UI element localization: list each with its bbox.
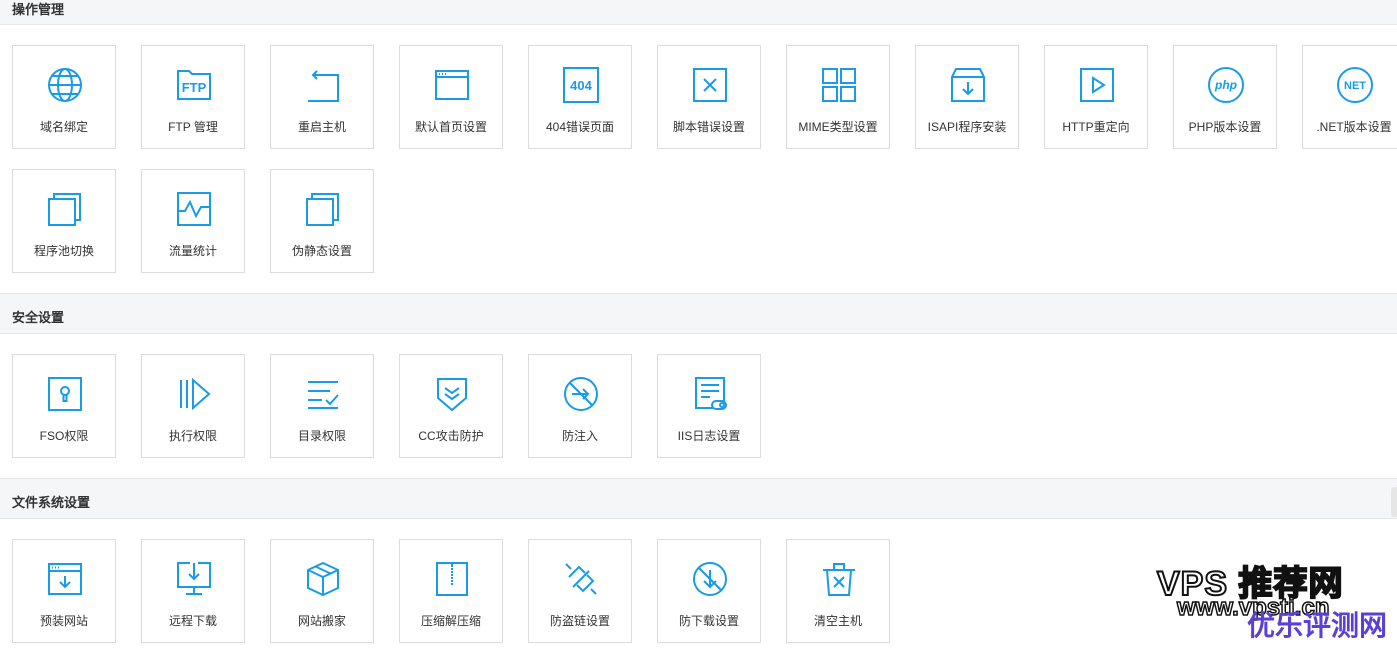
tile-stacked-windows[interactable]: 伪静态设置	[270, 169, 374, 273]
checklist-icon	[303, 374, 343, 414]
tile-label: 执行权限	[168, 429, 217, 443]
php-icon: php	[1206, 65, 1246, 105]
watermark: VPS 推荐网 www.vpsti.cn 优乐评测网	[1156, 556, 1387, 642]
tile-label: 网站搬家	[297, 614, 346, 628]
tile-label: PHP版本设置	[1188, 120, 1262, 134]
trash-icon	[819, 559, 859, 599]
traffic-wave-icon	[174, 189, 214, 229]
tile-checklist[interactable]: 目录权限	[270, 354, 374, 458]
remote-download-icon	[174, 559, 214, 599]
tile-package-box[interactable]: 网站搬家	[270, 539, 374, 643]
tile-shield[interactable]: CC攻击防护	[399, 354, 503, 458]
close-box-icon	[690, 65, 730, 105]
tile-log-document[interactable]: IIS日志设置	[657, 354, 761, 458]
tile-traffic-wave[interactable]: 流量统计	[141, 169, 245, 273]
stacked-windows-icon	[303, 189, 343, 229]
tile-label: 压缩解压缩	[420, 614, 481, 628]
execute-icon	[174, 374, 214, 414]
svg-text:NET: NET	[1344, 80, 1366, 92]
tile-label: 脚本错误设置	[672, 120, 745, 134]
zip-file-icon	[432, 559, 472, 599]
section-header-filesystem: 文件系统设置	[0, 478, 1397, 519]
site-download-icon	[45, 559, 85, 599]
tile-label: 伪静态设置	[291, 244, 352, 258]
tile-label: 404错误页面	[545, 120, 615, 134]
watermark-subtitle: 优乐评测网	[1246, 610, 1387, 641]
tile-php[interactable]: php PHP版本设置	[1173, 45, 1277, 149]
tile-site-download[interactable]: 预装网站	[12, 539, 116, 643]
no-injection-icon	[561, 374, 601, 414]
tile-label: FSO权限	[39, 429, 89, 443]
tile-net[interactable]: NET .NET版本设置	[1302, 45, 1397, 149]
tile-label: 默认首页设置	[414, 120, 487, 134]
svg-text:php: php	[1214, 78, 1237, 92]
tile-label: 域名绑定	[39, 120, 88, 134]
tile-label: FTP 管理	[168, 120, 218, 134]
section-header-security: 安全设置	[0, 293, 1397, 334]
tile-label: 远程下载	[168, 614, 217, 628]
tile-label: HTTP重定向	[1062, 120, 1130, 134]
tile-label: 目录权限	[297, 429, 346, 443]
tile-play-redirect[interactable]: HTTP重定向	[1044, 45, 1148, 149]
stacked-windows-icon	[45, 189, 85, 229]
install-box-icon	[948, 65, 988, 105]
section-header-operations: 操作管理	[0, 0, 1397, 25]
tile-label: .NET版本设置	[1316, 120, 1392, 134]
globe-icon	[45, 65, 85, 105]
tile-zip-file[interactable]: 压缩解压缩	[399, 539, 503, 643]
grid-icon	[819, 65, 859, 105]
svg-text:FTP: FTP	[182, 80, 207, 95]
keyhole-icon	[45, 374, 85, 414]
tile-globe[interactable]: 域名绑定	[12, 45, 116, 149]
tile-label: MIME类型设置	[798, 120, 878, 134]
no-download-icon	[690, 559, 730, 599]
net-icon: NET	[1335, 65, 1375, 105]
restart-arrow-icon	[303, 65, 343, 105]
tile-label: 防下载设置	[678, 614, 739, 628]
tile-no-download[interactable]: 防下载设置	[657, 539, 761, 643]
tile-stacked-windows[interactable]: 程序池切换	[12, 169, 116, 273]
tile-install-box[interactable]: ISAPI程序安装	[915, 45, 1019, 149]
tile-label: ISAPI程序安装	[927, 120, 1007, 134]
play-redirect-icon	[1077, 65, 1117, 105]
tile-remote-download[interactable]: 远程下载	[141, 539, 245, 643]
section-title: 文件系统设置	[12, 495, 91, 510]
log-document-icon	[690, 374, 730, 414]
tile-label: 防注入	[561, 429, 598, 443]
tile-no-injection[interactable]: 防注入	[528, 354, 632, 458]
tile-browser-window[interactable]: 默认首页设置	[399, 45, 503, 149]
tile-keyhole[interactable]: FSO权限	[12, 354, 116, 458]
browser-window-icon	[432, 65, 472, 105]
tile-grid[interactable]: MIME类型设置	[786, 45, 890, 149]
broken-link-icon	[561, 559, 601, 599]
tile-label: CC攻击防护	[418, 429, 484, 443]
svg-text:404: 404	[570, 78, 592, 93]
tile-label: IIS日志设置	[677, 429, 741, 443]
error-404-icon: 404	[561, 65, 601, 105]
tile-label: 防盗链设置	[549, 614, 610, 628]
section-title: 操作管理	[12, 2, 65, 17]
ftp-folder-icon: FTP	[174, 65, 214, 105]
tile-label: 预装网站	[39, 614, 88, 628]
tile-label: 程序池切换	[33, 244, 94, 258]
tile-execute[interactable]: 执行权限	[141, 354, 245, 458]
tile-label: 重启主机	[297, 120, 346, 134]
tile-close-box[interactable]: 脚本错误设置	[657, 45, 761, 149]
tile-error-404[interactable]: 404 404错误页面	[528, 45, 632, 149]
tile-broken-link[interactable]: 防盗链设置	[528, 539, 632, 643]
package-box-icon	[303, 559, 343, 599]
section-title: 安全设置	[12, 310, 65, 325]
tile-restart-arrow[interactable]: 重启主机	[270, 45, 374, 149]
tile-label: 流量统计	[168, 244, 217, 258]
scrollbar-handle[interactable]	[1391, 487, 1397, 517]
shield-icon	[432, 374, 472, 414]
tile-trash[interactable]: 清空主机	[786, 539, 890, 643]
tile-label: 清空主机	[813, 614, 862, 628]
tile-ftp-folder[interactable]: FTP FTP 管理	[141, 45, 245, 149]
